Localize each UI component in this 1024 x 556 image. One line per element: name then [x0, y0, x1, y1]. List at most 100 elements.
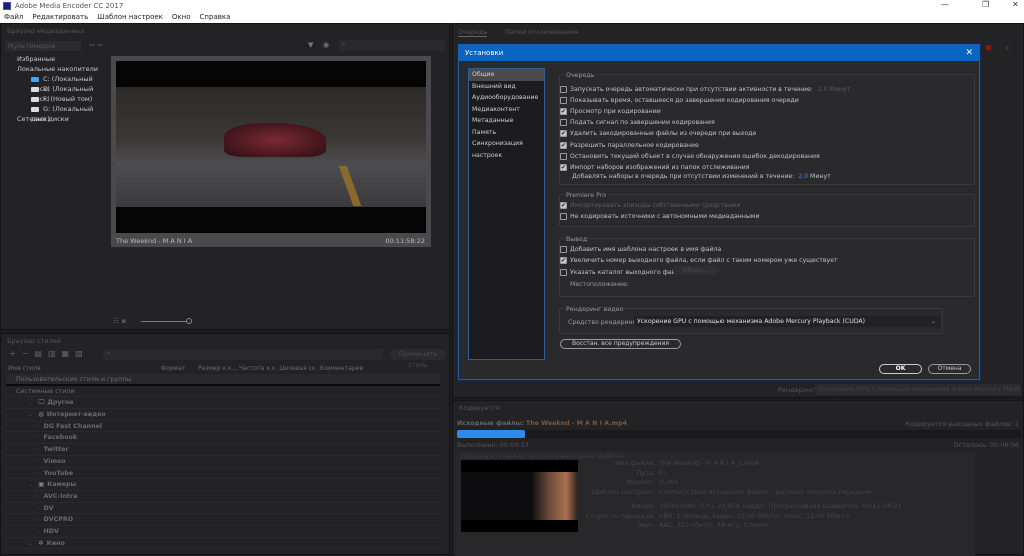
pref-nav-item[interactable]: Синхронизация настроек [469, 138, 544, 159]
checkbox-checked[interactable]: ✔ [560, 201, 567, 209]
minimize-button[interactable]: — [941, 0, 949, 9]
expand-arrow-icon[interactable]: › [36, 505, 39, 512]
media-type-dropdown[interactable]: Мультимедиа [5, 41, 81, 51]
checkbox-checked[interactable]: ✔ [560, 257, 567, 264]
expand-arrow-icon[interactable]: › [36, 470, 39, 477]
checkbox-row[interactable]: Добавить имя шаблона настроек в имя файл… [560, 244, 721, 254]
filter-icon[interactable]: ▼ [308, 41, 313, 49]
expand-arrow-icon[interactable]: › [36, 446, 39, 453]
expand-arrow-icon[interactable]: › [36, 458, 39, 465]
tab-watch-folders[interactable]: Папки отслеживания [505, 28, 578, 36]
column-target-rate[interactable]: Целевая ск... [280, 365, 321, 372]
preset-item[interactable]: › Facebook [6, 432, 440, 445]
column-format[interactable]: Формат [161, 365, 185, 372]
browse-button[interactable]: Обзор... [673, 266, 719, 275]
preset-item[interactable]: › YouTube [6, 468, 440, 480]
zoom-slider-handle[interactable] [186, 318, 192, 324]
expand-arrow-icon[interactable]: ⌄ [28, 540, 33, 547]
expand-arrow-icon[interactable]: ⌄ [28, 411, 33, 418]
column-comments[interactable]: Комментарии [320, 365, 363, 372]
checkbox-unchecked[interactable] [560, 96, 567, 104]
checkbox-row[interactable]: Запускать очередь автоматически при отсу… [560, 84, 850, 94]
checkbox-row[interactable]: ✔ Увеличить номер выходного файла, если ф… [560, 256, 838, 266]
checkbox-unchecked[interactable] [560, 152, 567, 160]
renderer-select[interactable]: Ускорение GPU с помощью механизма Adobe … [634, 316, 940, 327]
apply-preset-button[interactable]: Применить стиль [390, 349, 446, 369]
checkbox-unchecked[interactable] [560, 268, 567, 276]
column-frame-rate[interactable]: Частота к.к... [239, 365, 281, 372]
checkbox-unchecked[interactable] [560, 119, 567, 127]
checkbox-unchecked[interactable] [560, 245, 567, 253]
checkbox-unchecked[interactable] [560, 85, 567, 93]
checkbox-row[interactable]: Подать сигнал по завершении кодирования [560, 118, 715, 128]
renderer-dropdown[interactable]: Ускорение GPU с помощью механизма Adobe … [815, 384, 1021, 395]
checkbox-row[interactable]: Показывать время, оставшееся до завершен… [560, 95, 799, 105]
preset-item[interactable]: ⌄ ◍ Интернет-видео [6, 409, 440, 421]
tab-queue[interactable]: Очередь [458, 28, 488, 37]
preset-item[interactable]: › DVCPRO [6, 514, 440, 526]
checkbox-row[interactable]: Не кодировать источники с автономными ме… [560, 212, 759, 222]
preset-item[interactable]: ⌄ ▣ Камеры [6, 479, 440, 491]
pref-nav-item[interactable]: Внешний вид [469, 81, 544, 93]
checkbox-checked[interactable]: ✔ [560, 141, 567, 149]
pref-nav-item[interactable]: Аудиооборудование [469, 92, 544, 104]
tree-favorites[interactable]: Избранные [1, 54, 111, 64]
expand-arrow-icon[interactable]: › [36, 434, 39, 441]
expand-arrow-icon[interactable]: › [36, 528, 39, 535]
search-input[interactable]: ⌕ [339, 40, 445, 51]
reset-warnings-button[interactable]: Восстан. все предупреждения [560, 339, 681, 349]
list-view-icon[interactable]: ☷ ▪ [113, 317, 126, 325]
checkbox-row[interactable]: ✔ Просмотр при кодировании [560, 106, 661, 116]
stop-queue-button[interactable] [986, 45, 991, 50]
close-icon[interactable]: ✕ [965, 45, 973, 61]
view-icon[interactable]: ◉ [323, 41, 329, 49]
preset-item[interactable]: ⌄ 🖵 Другое [6, 397, 440, 410]
tree-local-drives[interactable]: Локальные накопители [1, 64, 111, 74]
preset-search-input[interactable]: ⌕ [103, 349, 383, 360]
ok-button[interactable]: OK [879, 364, 922, 374]
tree-drive-f[interactable]: F: (Новый том) [1, 94, 111, 104]
tree-network-drives[interactable]: Сетевые диски [1, 114, 111, 124]
zoom-slider[interactable] [141, 321, 187, 322]
preset-item[interactable]: › Vimeo [6, 456, 440, 468]
idle-minutes-value[interactable]: 2,0 Минут [818, 86, 850, 93]
preset-toolbar-icons[interactable]: +−▤▥▦▧ [9, 349, 89, 358]
back-forward-arrows-icon[interactable]: ⇦ ⇨ [89, 41, 103, 49]
column-frame-size[interactable]: Размер к.к... [198, 365, 237, 372]
pref-nav-item[interactable]: Память [469, 127, 544, 139]
menu-help[interactable]: Справка [200, 13, 231, 21]
expand-arrow-icon[interactable]: › [36, 516, 39, 523]
pref-nav-item[interactable]: Общие [469, 69, 544, 81]
checkbox-row[interactable]: ✔ Разрешить параллельное кодирование [560, 140, 699, 150]
column-name[interactable]: Имя стиля [8, 365, 41, 372]
menu-preset[interactable]: Шаблон настроек [97, 13, 163, 21]
tree-drive-c[interactable]: C: (Локальный диск) [1, 74, 111, 93]
preset-item[interactable]: › HDV [6, 526, 440, 538]
expand-arrow-icon[interactable]: ⌄ [28, 481, 33, 488]
tree-drive-g[interactable]: G: (Локальный диск) [1, 104, 111, 123]
checkbox-row[interactable]: Остановить текущий объект в случае обнар… [560, 151, 820, 161]
preset-item[interactable]: › Twitter [6, 444, 440, 456]
close-window-button[interactable]: ✕ [1012, 0, 1019, 9]
preset-item[interactable]: › DG Fast Channel [6, 421, 440, 433]
checkbox-row[interactable]: ✔ Импортировать эпизоды собственными сред… [560, 200, 740, 210]
checkbox-checked[interactable]: ✔ [560, 130, 567, 138]
menu-window[interactable]: Окно [172, 13, 191, 21]
pref-nav-item[interactable]: Метаданные [469, 115, 544, 127]
tree-drive-d[interactable]: D: (Локальный диск) [1, 84, 111, 103]
preset-item[interactable]: › DV [6, 503, 440, 515]
media-thumbnail[interactable]: The Weeknd - M A N I A 00:11:58:22 [111, 56, 431, 247]
preset-group-user[interactable]: Пользовательские стили и группы [6, 374, 440, 386]
menu-edit[interactable]: Редактировать [32, 13, 88, 21]
add-sets-value[interactable]: 2,0 [798, 173, 808, 180]
checkbox-checked[interactable]: ✔ [560, 163, 567, 171]
checkbox-row[interactable]: ✔ Удалить закодированные файлы из очереди… [560, 129, 756, 139]
expand-arrow-icon[interactable]: › [36, 493, 39, 500]
cancel-button[interactable]: Отмена [928, 364, 971, 374]
preset-item[interactable]: › AVC-Intra [6, 491, 440, 503]
maximize-button[interactable]: ❐ [982, 0, 989, 9]
expand-arrow-icon[interactable]: › [36, 423, 39, 430]
pref-nav-item[interactable]: Медиаконтент [469, 104, 544, 116]
checkbox-unchecked[interactable] [560, 213, 567, 220]
checkbox-checked[interactable]: ✔ [560, 107, 567, 115]
